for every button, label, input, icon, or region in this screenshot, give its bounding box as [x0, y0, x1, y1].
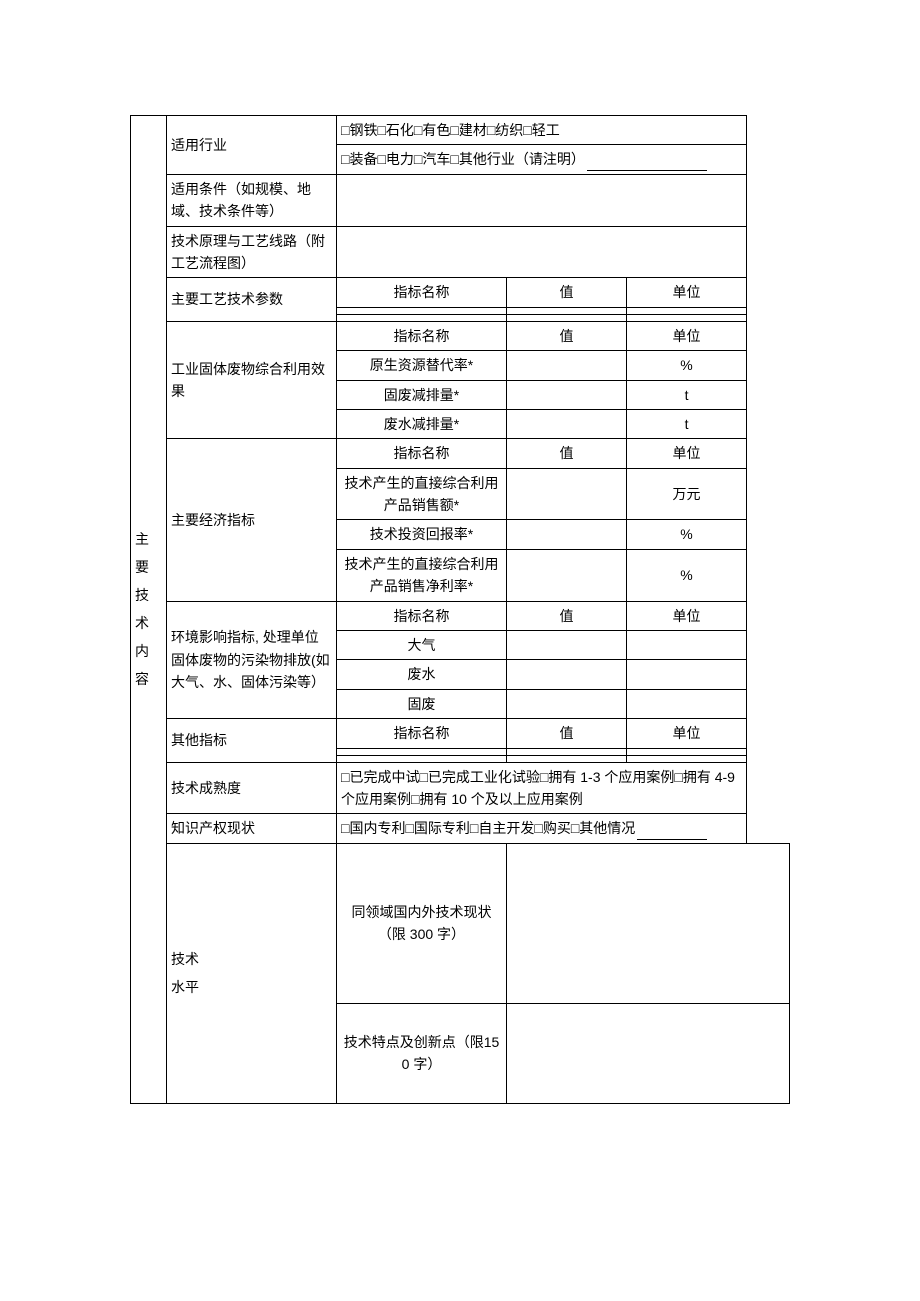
econ-row-value[interactable] [507, 468, 627, 520]
header-name: 指标名称 [337, 439, 507, 468]
label-process-params: 主要工艺技术参数 [167, 278, 337, 321]
label-status300: 同领域国内外技术现状（限 300 字） [337, 843, 507, 1003]
label-effect: 工业固体废物综合利用效果 [167, 321, 337, 439]
effect-row-name: 废水减排量* [337, 409, 507, 438]
label-condition: 适用条件（如规模、地域、技术条件等） [167, 174, 337, 226]
label-maturity: 技术成熟度 [167, 762, 337, 814]
industry-options-line1: □钢铁□石化□有色□建材□纺织□轻工 [337, 116, 747, 145]
process-param-name-2[interactable] [337, 314, 507, 321]
effect-row-value[interactable] [507, 409, 627, 438]
other-row-name[interactable] [337, 755, 507, 762]
other-row-unit[interactable] [627, 748, 747, 755]
header-unit: 单位 [627, 719, 747, 748]
econ-row-name: 技术产生的直接综合利用产品销售额* [337, 468, 507, 520]
other-row-value[interactable] [507, 755, 627, 762]
label-env: 环境影响指标, 处理单位固体废物的污染物排放(如大气、水、固体污染等） [167, 601, 337, 719]
label-principle: 技术原理与工艺线路（附工艺流程图） [167, 226, 337, 278]
process-param-name-1[interactable] [337, 307, 507, 314]
header-name: 指标名称 [337, 601, 507, 630]
label-other: 其他指标 [167, 719, 337, 762]
effect-row-unit: t [627, 409, 747, 438]
field-condition[interactable] [337, 174, 747, 226]
econ-row-unit: 万元 [627, 468, 747, 520]
env-row-unit[interactable] [627, 660, 747, 689]
env-row-value[interactable] [507, 631, 627, 660]
header-name: 指标名称 [337, 321, 507, 350]
section-tech-level: 技术 水平 [167, 843, 337, 1103]
header-name: 指标名称 [337, 278, 507, 307]
process-param-value-1[interactable] [507, 307, 627, 314]
header-name: 指标名称 [337, 719, 507, 748]
header-value: 值 [507, 601, 627, 630]
header-unit: 单位 [627, 601, 747, 630]
econ-row-name: 技术产生的直接综合利用产品销售净利率* [337, 549, 507, 601]
env-row-unit[interactable] [627, 689, 747, 718]
field-principle[interactable] [337, 226, 747, 278]
other-row-name[interactable] [337, 748, 507, 755]
econ-row-value[interactable] [507, 520, 627, 549]
effect-row-unit: % [627, 351, 747, 380]
maturity-options: □已完成中试□已完成工业化试验□拥有 1-3 个应用案例□拥有 4-9 个应用案… [337, 762, 747, 814]
label-feature150: 技术特点及创新点（限150 字） [337, 1003, 507, 1103]
header-value: 值 [507, 719, 627, 748]
env-row-name: 大气 [337, 631, 507, 660]
env-row-value[interactable] [507, 689, 627, 718]
label-econ: 主要经济指标 [167, 439, 337, 601]
form-table: 主 要 技 术 内 容 适用行业 □钢铁□石化□有色□建材□纺织□轻工 □装备□… [130, 115, 790, 1104]
process-param-unit-2[interactable] [627, 314, 747, 321]
label-ip: 知识产权现状 [167, 814, 337, 843]
other-row-value[interactable] [507, 748, 627, 755]
field-feature150[interactable] [507, 1003, 790, 1103]
effect-row-unit: t [627, 380, 747, 409]
industry-options-line2-text: □装备□电力□汽车□其他行业（请注明） [341, 151, 585, 167]
env-row-unit[interactable] [627, 631, 747, 660]
effect-row-value[interactable] [507, 351, 627, 380]
ip-options-text: □国内专利□国际专利□自主开发□购买□其他情况 [341, 820, 635, 836]
effect-row-name: 原生资源替代率* [337, 351, 507, 380]
env-row-name: 固废 [337, 689, 507, 718]
section-main-tech-content: 主 要 技 术 内 容 [131, 116, 167, 1104]
env-row-name: 废水 [337, 660, 507, 689]
header-unit: 单位 [627, 321, 747, 350]
econ-row-unit: % [627, 549, 747, 601]
industry-options-line2: □装备□电力□汽车□其他行业（请注明） [337, 145, 747, 174]
econ-row-name: 技术投资回报率* [337, 520, 507, 549]
effect-row-name: 固废减排量* [337, 380, 507, 409]
field-status300[interactable] [507, 843, 790, 1003]
header-unit: 单位 [627, 278, 747, 307]
header-value: 值 [507, 321, 627, 350]
env-row-value[interactable] [507, 660, 627, 689]
econ-row-unit: % [627, 520, 747, 549]
effect-row-value[interactable] [507, 380, 627, 409]
process-param-unit-1[interactable] [627, 307, 747, 314]
ip-options: □国内专利□国际专利□自主开发□购买□其他情况 [337, 814, 747, 843]
econ-row-value[interactable] [507, 549, 627, 601]
industry-other-blank[interactable] [587, 170, 707, 171]
process-param-value-2[interactable] [507, 314, 627, 321]
label-industry: 适用行业 [167, 116, 337, 175]
header-value: 值 [507, 278, 627, 307]
other-row-unit[interactable] [627, 755, 747, 762]
header-unit: 单位 [627, 439, 747, 468]
ip-other-blank[interactable] [637, 839, 707, 840]
header-value: 值 [507, 439, 627, 468]
